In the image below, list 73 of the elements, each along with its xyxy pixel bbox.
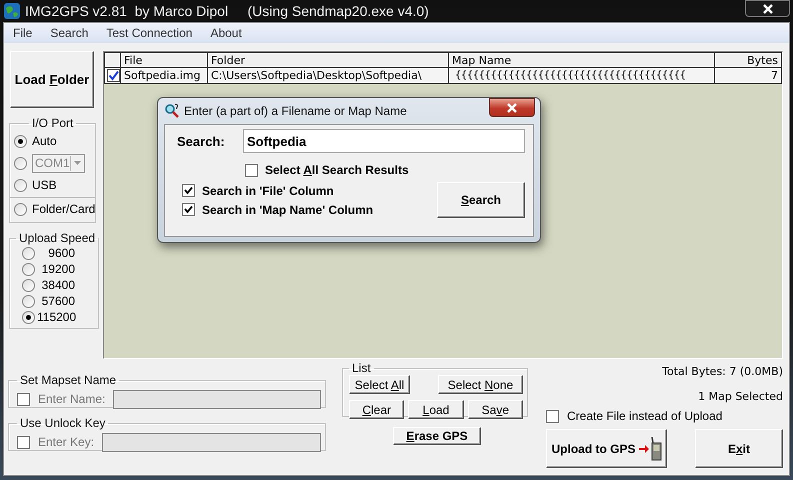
close-button[interactable]: [745, 0, 790, 17]
field-label: Enter Key:: [38, 435, 94, 449]
radio-button[interactable]: [14, 178, 27, 192]
menu-item[interactable]: Search: [47, 26, 96, 40]
list-button[interactable]: Clear: [349, 400, 404, 419]
load-folder-button[interactable]: Load Folder: [10, 51, 94, 108]
window-title: IMG2GPS v2.81 by Marco Dipol (Using Sendmap20.exe v4.0): [25, 3, 429, 19]
checkbox-label: Search in 'File' Column: [202, 184, 334, 198]
menu-item[interactable]: Test Connection: [103, 26, 200, 40]
globe-icon: [4, 3, 20, 19]
column-header[interactable]: Folder: [208, 52, 448, 68]
option-label: Auto: [32, 134, 57, 148]
checkbox[interactable]: [546, 410, 559, 422]
arrow-phone-icon: [638, 436, 662, 460]
exit-button[interactable]: Exit: [695, 429, 783, 468]
option-label: USB: [32, 178, 57, 192]
option-label: 9600: [47, 245, 75, 261]
radio-button[interactable]: [22, 262, 35, 276]
radio-button[interactable]: [22, 310, 35, 324]
close-button[interactable]: [489, 98, 535, 117]
radio-button[interactable]: [22, 278, 35, 292]
group-title: Upload Speed: [18, 231, 96, 245]
option-label: Folder/Card: [32, 202, 96, 216]
list-button[interactable]: Select All: [349, 375, 410, 394]
dropdown-arrow-icon: [74, 161, 81, 165]
radio-button[interactable]: [14, 134, 27, 148]
menu-item[interactable]: About: [207, 26, 249, 40]
group-title: List: [351, 361, 372, 375]
group-title: I/O Port: [31, 116, 74, 130]
column-header[interactable]: File: [120, 52, 208, 68]
close-icon: [762, 4, 774, 14]
checkbox-label: Select All Search Results: [265, 163, 409, 177]
option-label: 38400: [40, 277, 75, 293]
selected-count: 1 Map Selected: [698, 390, 783, 403]
option-label: 115200: [37, 309, 75, 325]
option-label: 19200: [40, 261, 75, 277]
key-field[interactable]: [102, 432, 321, 452]
checkbox-label: Create File instead of Upload: [567, 409, 722, 423]
radio-button[interactable]: [14, 202, 27, 216]
total-bytes: Total Bytes: 7 (0.0MB): [662, 365, 783, 378]
checkbox[interactable]: [245, 164, 258, 176]
checkbox-label: Search in 'Map Name' Column: [202, 202, 374, 216]
table-cell: 7: [714, 68, 782, 84]
list-button[interactable]: Load: [408, 400, 464, 419]
column-header[interactable]: Bytes: [714, 52, 782, 68]
search-field[interactable]: Softpedia: [243, 129, 525, 153]
list-button[interactable]: Save: [468, 400, 523, 419]
group-title: Set Mapset Name: [19, 373, 118, 387]
search-button[interactable]: Search: [437, 182, 525, 218]
table-cell: C:\Users\Softpedia\Desktop\Softpedia\: [208, 68, 448, 84]
table-cell: {{{{{{{{{{{{{{{{{{{{{{{{{{{{{{{{{{{{{{{: [448, 68, 714, 84]
checkbox[interactable]: [182, 184, 195, 197]
close-icon: [506, 102, 518, 112]
field-label: Enter Name:: [38, 392, 106, 406]
radio-button[interactable]: [22, 246, 35, 260]
checkbox[interactable]: [182, 203, 195, 216]
upload-to-gps-button[interactable]: Upload to GPS: [546, 429, 667, 468]
erase-gps-button[interactable]: Erase GPS: [393, 427, 481, 445]
row-checkbox[interactable]: [107, 69, 120, 82]
radio-button[interactable]: [22, 294, 35, 308]
name-field[interactable]: [113, 390, 321, 408]
search-label: Search:: [177, 134, 226, 148]
option-label: 57600: [40, 293, 75, 309]
column-header[interactable]: Map Name: [448, 52, 714, 68]
table-cell: Softpedia.img: [120, 68, 208, 84]
dialog-title: Enter (a part of) a Filename or Map Name: [184, 104, 407, 118]
group-title: Use Unlock Key: [19, 416, 106, 430]
magnifier-icon: [164, 103, 180, 119]
checkbox[interactable]: [17, 436, 30, 448]
list-button[interactable]: Select None: [438, 375, 523, 394]
radio-button[interactable]: [14, 156, 27, 170]
checkbox[interactable]: [17, 392, 30, 406]
menu-item[interactable]: File: [10, 26, 40, 40]
